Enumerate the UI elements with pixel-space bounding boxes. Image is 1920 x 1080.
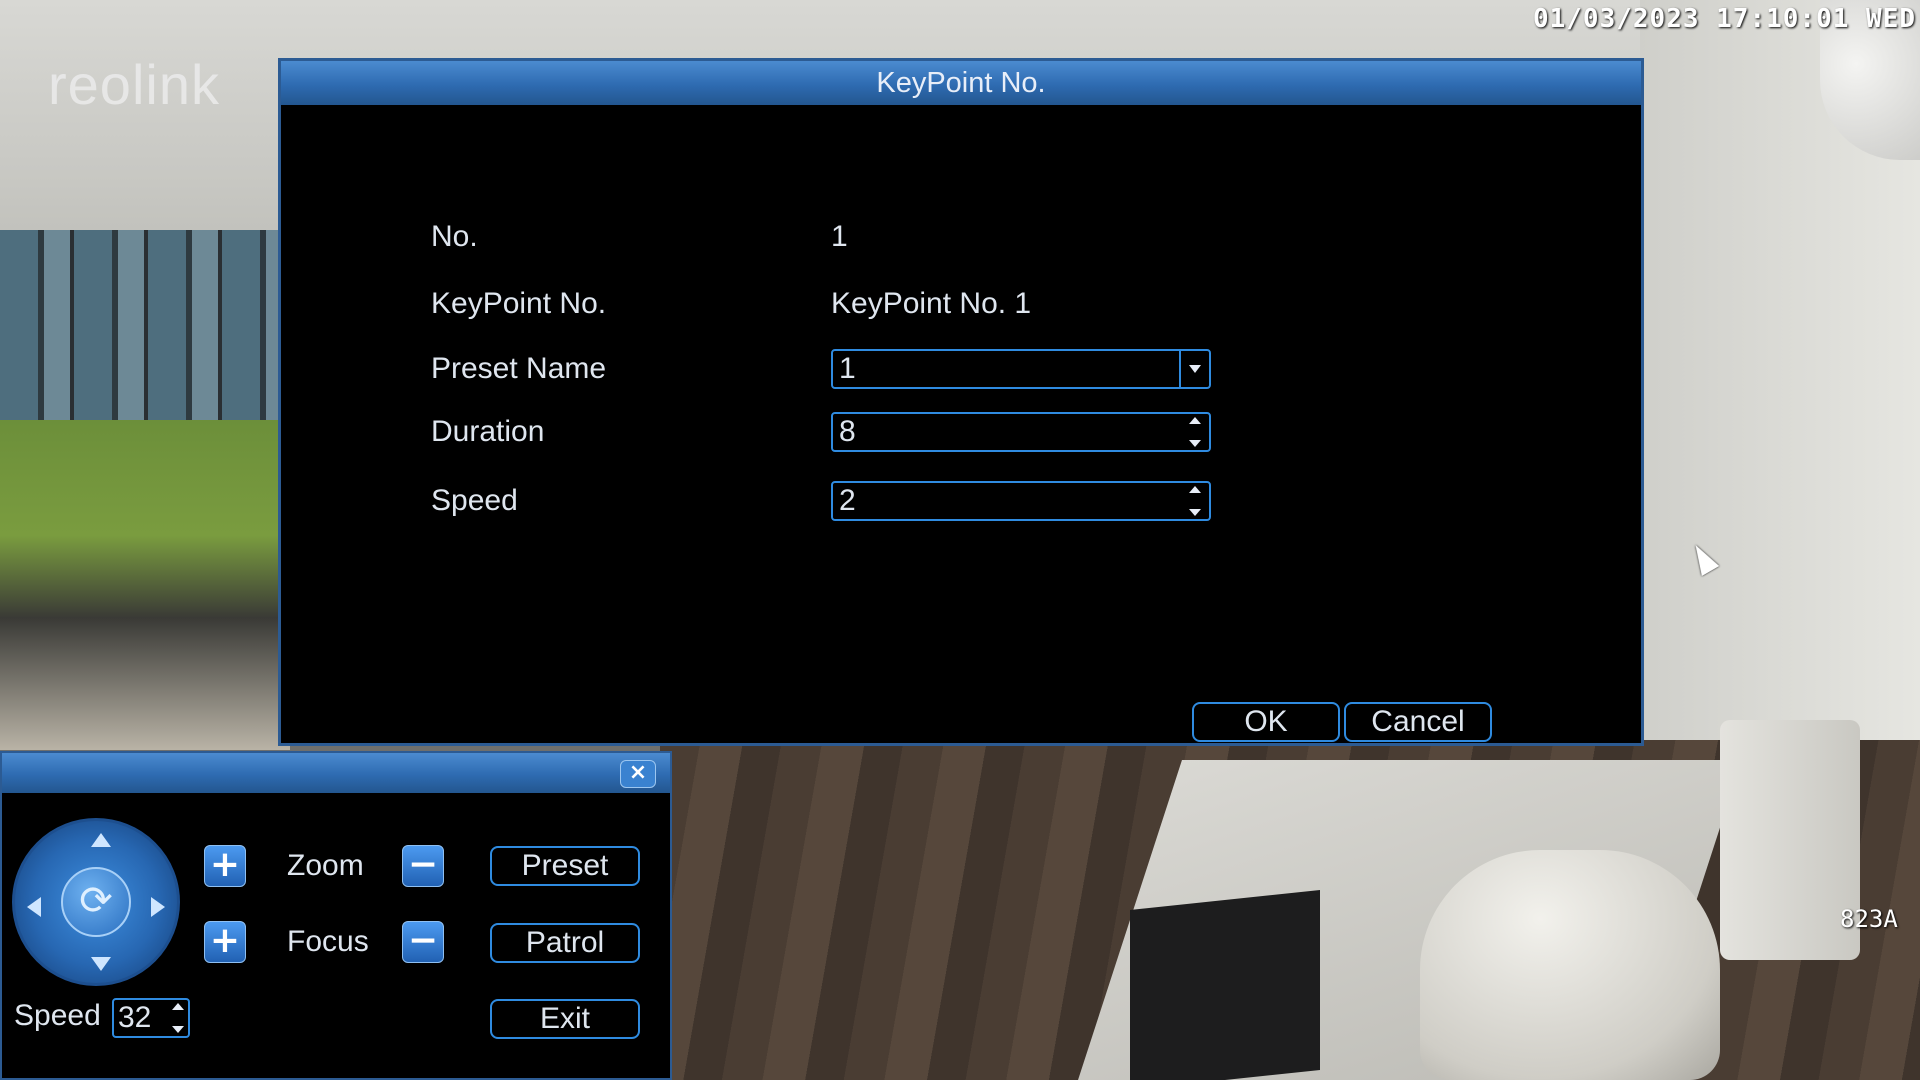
- arrow-up-icon[interactable]: [172, 1003, 184, 1010]
- preset-name-select[interactable]: 1: [831, 349, 1211, 389]
- no-value: 1: [831, 220, 848, 253]
- brand-logo: reolink: [48, 53, 220, 116]
- row-keypoint: KeyPoint No. KeyPoint No. 1: [431, 282, 1031, 326]
- row-preset-name: Preset Name 1: [431, 347, 1211, 391]
- zoom-label: Zoom: [287, 849, 364, 882]
- duration-spinbox[interactable]: 8: [831, 412, 1211, 452]
- row-duration: Duration 8: [431, 410, 1211, 454]
- ptz-speed-spinbox[interactable]: 32: [112, 998, 190, 1038]
- dropdown-button[interactable]: [1179, 351, 1209, 387]
- arrow-up-icon[interactable]: [1189, 417, 1201, 424]
- dialog-titlebar: KeyPoint No.: [281, 61, 1641, 105]
- speed-value: 2: [839, 484, 856, 517]
- speed-label: Speed: [431, 484, 518, 517]
- osd-camera-label: 823A: [1840, 905, 1898, 933]
- speed-spinbox[interactable]: 2: [831, 481, 1211, 521]
- zoom-in-button[interactable]: +: [204, 845, 246, 887]
- focus-in-button[interactable]: +: [204, 921, 246, 963]
- duration-label: Duration: [431, 415, 545, 448]
- keypoint-value: KeyPoint No. 1: [831, 287, 1032, 320]
- arrow-down-icon[interactable]: [172, 1026, 184, 1033]
- ptz-speed-value: 32: [118, 1001, 152, 1034]
- arrow-left-icon[interactable]: [27, 897, 41, 917]
- arrow-down-icon[interactable]: [1189, 509, 1201, 516]
- cancel-button[interactable]: Cancel: [1344, 702, 1492, 742]
- preset-name-value: 1: [839, 352, 856, 385]
- ptz-control-panel: × ⟳ + Zoom − Preset + Focus − Patrol Spe…: [0, 751, 672, 1080]
- exit-button[interactable]: Exit: [490, 999, 640, 1039]
- ptz-titlebar: ×: [2, 753, 670, 793]
- patrol-button[interactable]: Patrol: [490, 923, 640, 963]
- zoom-out-button[interactable]: −: [402, 845, 444, 887]
- duration-value: 8: [839, 415, 856, 448]
- ok-button[interactable]: OK: [1192, 702, 1340, 742]
- rotate-icon[interactable]: ⟳: [61, 867, 131, 937]
- arrow-down-icon[interactable]: [1189, 440, 1201, 447]
- wall-mount: [1720, 720, 1860, 960]
- osd-datetime: 01/03/2023 17:10:01 WED: [1532, 4, 1916, 34]
- close-icon[interactable]: ×: [620, 760, 656, 788]
- arrow-down-icon[interactable]: [91, 957, 111, 971]
- keypoint-dialog: KeyPoint No. No. 1 KeyPoint No. KeyPoint…: [278, 58, 1720, 746]
- no-label: No.: [431, 220, 478, 253]
- arrow-up-icon[interactable]: [1189, 486, 1201, 493]
- row-no: No. 1: [431, 215, 848, 259]
- arrow-right-icon[interactable]: [151, 897, 165, 917]
- chevron-down-icon: [1189, 365, 1201, 373]
- row-speed: Speed 2: [431, 479, 1211, 523]
- camera-device: [1420, 850, 1720, 1080]
- speed-stepper[interactable]: [1181, 483, 1209, 519]
- focus-label: Focus: [287, 925, 369, 958]
- preset-button[interactable]: Preset: [490, 846, 640, 886]
- ptz-speed-label: Speed: [14, 999, 101, 1032]
- duration-stepper[interactable]: [1181, 414, 1209, 450]
- keypoint-label: KeyPoint No.: [431, 287, 607, 320]
- dark-box: [1130, 890, 1320, 1080]
- preset-name-label: Preset Name: [431, 352, 607, 385]
- arrow-up-icon[interactable]: [91, 833, 111, 847]
- focus-out-button[interactable]: −: [402, 921, 444, 963]
- ptz-joystick[interactable]: ⟳: [12, 818, 180, 986]
- ptz-speed-stepper[interactable]: [168, 1000, 188, 1036]
- office-desks: [0, 420, 290, 750]
- dialog-title: KeyPoint No.: [876, 66, 1046, 99]
